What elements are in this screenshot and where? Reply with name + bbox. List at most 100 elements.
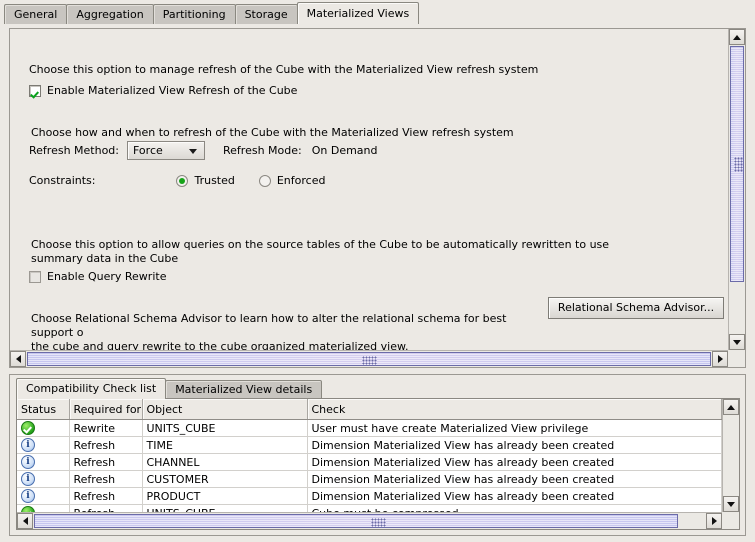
advisor-paragraph: Choose Relational Schema Advisor to lear… [31, 312, 551, 350]
cell-required-for: Refresh [69, 505, 142, 513]
column-header-check[interactable]: Check [307, 399, 722, 420]
main-vertical-scroll-thumb[interactable] [730, 46, 744, 282]
cell-object: UNITS_CUBE [142, 505, 307, 513]
scroll-up-button[interactable] [729, 29, 745, 45]
refresh-method-label: Refresh Method: [29, 144, 119, 157]
refresh-method-value: Force [128, 144, 163, 157]
table-row[interactable]: RewriteUNITS_CUBEUser must have create M… [17, 420, 722, 437]
chevron-down-icon [189, 149, 197, 154]
radio-enforced-label: Enforced [277, 174, 326, 187]
cell-status [17, 505, 69, 513]
query-rewrite-paragraph: Choose this option to allow queries on t… [31, 238, 691, 266]
compatibility-panel: Compatibility Check list Materialized Vi… [9, 374, 746, 536]
cell-status [17, 488, 69, 505]
cell-status [17, 471, 69, 488]
tab-general[interactable]: General [4, 4, 67, 24]
cell-object: PRODUCT [142, 488, 307, 505]
table-row[interactable]: RefreshCHANNELDimension Materialized Vie… [17, 454, 722, 471]
cell-status [17, 437, 69, 454]
status-ok-icon [21, 421, 35, 435]
constraints-option-enforced[interactable]: Enforced [259, 174, 326, 187]
column-header-required-for[interactable]: Required for [69, 399, 142, 420]
check-list-table-frame: Status Required for Object Check Rewrite… [16, 398, 740, 530]
check-list-table: Status Required for Object Check Rewrite… [17, 399, 722, 512]
main-horizontal-scrollbar[interactable] [10, 350, 728, 367]
main-horizontal-scroll-thumb[interactable] [27, 352, 711, 366]
arrow-down-icon [733, 340, 741, 345]
main-content-panel: Choose this option to manage refresh of … [9, 28, 746, 368]
refresh-method-select[interactable]: Force [127, 141, 205, 160]
scroll-thumb-grip-icon [734, 157, 743, 172]
tab-aggregation[interactable]: Aggregation [66, 4, 153, 24]
intro-paragraph: Choose this option to manage refresh of … [29, 63, 679, 77]
arrow-left-icon [16, 355, 21, 363]
cell-object: TIME [142, 437, 307, 454]
refresh-method-row: Refresh Method: Force Refresh Mode: On D… [29, 141, 378, 160]
table-row[interactable]: RefreshUNITS_CUBECube must be compressed [17, 505, 722, 513]
enable-mv-refresh-checkbox[interactable] [29, 85, 41, 97]
tab-materialized-view-details[interactable]: Materialized View details [165, 380, 322, 399]
scrollbar-corner [728, 350, 745, 367]
tab-compatibility-check-list[interactable]: Compatibility Check list [16, 378, 166, 399]
enable-query-rewrite-checkbox[interactable] [29, 271, 41, 283]
arrow-up-icon [733, 35, 741, 40]
tab-storage[interactable]: Storage [235, 4, 298, 24]
table-scroll-down-button[interactable] [723, 496, 739, 512]
main-content-viewport: Choose this option to manage refresh of … [10, 29, 728, 350]
table-scroll-right-button[interactable] [706, 513, 722, 529]
cell-check: Dimension Materialized View has already … [307, 437, 722, 454]
cell-check: Dimension Materialized View has already … [307, 454, 722, 471]
cell-object: UNITS_CUBE [142, 420, 307, 437]
table-row[interactable]: RefreshCUSTOMERDimension Materialized Vi… [17, 471, 722, 488]
column-header-object[interactable]: Object [142, 399, 307, 420]
check-list-table-body: RewriteUNITS_CUBEUser must have create M… [17, 420, 722, 513]
tab-partitioning[interactable]: Partitioning [153, 4, 236, 24]
table-horizontal-scrollbar[interactable] [17, 512, 722, 529]
radio-trusted-icon[interactable] [176, 175, 188, 187]
cell-required-for: Refresh [69, 437, 142, 454]
cell-check: User must have create Materialized View … [307, 420, 722, 437]
how-to-refresh-paragraph: Choose how and when to refresh of the Cu… [31, 126, 681, 140]
cell-required-for: Rewrite [69, 420, 142, 437]
table-scrollbar-corner [722, 512, 739, 529]
bottom-tab-bar: Compatibility Check list Materialized Vi… [16, 379, 321, 399]
table-horizontal-scroll-thumb[interactable] [34, 514, 678, 528]
cell-required-for: Refresh [69, 454, 142, 471]
table-scroll-left-button[interactable] [17, 513, 33, 529]
radio-enforced-icon[interactable] [259, 175, 271, 187]
main-vertical-scrollbar[interactable] [728, 29, 745, 350]
relational-schema-advisor-button[interactable]: Relational Schema Advisor... [548, 297, 724, 319]
tab-materialized-views[interactable]: Materialized Views [297, 2, 420, 24]
table-scroll-up-button[interactable] [723, 399, 739, 415]
column-header-status[interactable]: Status [17, 399, 69, 420]
cell-check: Dimension Materialized View has already … [307, 471, 722, 488]
main-tab-bar: General Aggregation Partitioning Storage… [0, 2, 755, 24]
table-row[interactable]: RefreshTIMEDimension Materialized View h… [17, 437, 722, 454]
cell-check: Dimension Materialized View has already … [307, 488, 722, 505]
refresh-mode-label: Refresh Mode: [223, 144, 302, 157]
materialized-views-panel: General Aggregation Partitioning Storage… [0, 0, 755, 542]
enable-mv-refresh-row[interactable]: Enable Materialized View Refresh of the … [29, 84, 297, 97]
cell-object: CUSTOMER [142, 471, 307, 488]
arrow-left-icon [23, 517, 28, 525]
arrow-down-icon [727, 502, 735, 507]
table-header-row: Status Required for Object Check [17, 399, 722, 420]
cell-status [17, 454, 69, 471]
table-vertical-scrollbar[interactable] [722, 399, 739, 512]
enable-query-rewrite-label: Enable Query Rewrite [47, 270, 166, 283]
cell-check: Cube must be compressed [307, 505, 722, 513]
check-list-table-viewport: Status Required for Object Check Rewrite… [17, 399, 722, 512]
scroll-left-button[interactable] [10, 351, 26, 367]
scroll-down-button[interactable] [729, 334, 745, 350]
status-info-icon [21, 455, 35, 469]
table-row[interactable]: RefreshPRODUCTDimension Materialized Vie… [17, 488, 722, 505]
enable-query-rewrite-row[interactable]: Enable Query Rewrite [29, 270, 166, 283]
arrow-right-icon [712, 517, 717, 525]
scroll-right-button[interactable] [712, 351, 728, 367]
refresh-mode-value: On Demand [312, 144, 378, 157]
status-info-icon [21, 438, 35, 452]
radio-trusted-label: Trusted [194, 174, 234, 187]
arrow-right-icon [718, 355, 723, 363]
constraints-option-trusted[interactable]: Trusted [176, 174, 234, 187]
scroll-thumb-grip-icon [362, 356, 377, 365]
